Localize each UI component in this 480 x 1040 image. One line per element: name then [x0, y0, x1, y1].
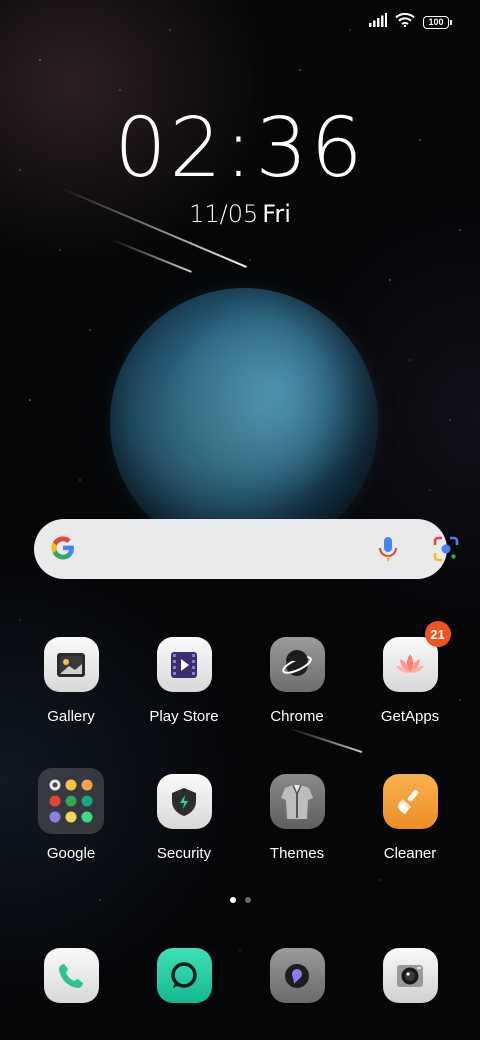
google-g-icon — [48, 533, 78, 568]
meteor-streak — [287, 727, 363, 754]
microphone-icon[interactable] — [377, 535, 399, 568]
phone-icon — [43, 948, 99, 1003]
app-gallery[interactable]: Gallery — [15, 637, 127, 725]
app-label: Google — [46, 845, 96, 862]
dock-camera[interactable] — [354, 948, 466, 1003]
app-getapps[interactable]: 21 GetApps — [354, 621, 466, 725]
app-play-store[interactable]: Play Store — [128, 637, 240, 725]
dock-browser[interactable] — [241, 948, 353, 1003]
messages-icon — [156, 948, 212, 1003]
app-label: GetApps — [380, 708, 440, 725]
app-label: Cleaner — [383, 845, 437, 862]
notification-badge: 21 — [424, 621, 451, 647]
app-label: Chrome — [270, 708, 324, 725]
dock-phone[interactable] — [15, 948, 127, 1003]
app-label: Themes — [269, 845, 325, 862]
google-search-bar[interactable] — [34, 519, 459, 579]
broom-icon — [382, 774, 438, 829]
status-bar: 100 — [369, 12, 452, 32]
folder-icon — [38, 768, 104, 834]
signal-icon — [369, 12, 387, 32]
wifi-icon — [395, 12, 415, 32]
app-chrome[interactable]: Chrome — [241, 637, 353, 725]
clock-time[interactable]: 02:36 — [0, 108, 480, 190]
shield-icon — [156, 774, 212, 829]
clock-date[interactable]: 11/05 Fri — [0, 200, 480, 228]
planet-ring-icon — [269, 637, 325, 692]
battery-icon: 100 — [423, 15, 452, 29]
day-text: Fri — [262, 200, 291, 228]
app-cleaner[interactable]: Cleaner — [354, 774, 466, 862]
shirt-icon — [269, 774, 325, 829]
battery-level: 100 — [423, 15, 449, 29]
page-dot[interactable] — [244, 897, 251, 903]
app-label: Security — [156, 845, 212, 862]
camera-icon — [382, 948, 438, 1003]
video-player-icon — [156, 637, 212, 692]
app-label: Gallery — [47, 708, 95, 725]
meteor-streak — [109, 238, 192, 273]
folder-google[interactable]: Google — [15, 768, 127, 862]
page-indicator — [0, 897, 480, 903]
app-label: Play Store — [149, 708, 219, 725]
app-themes[interactable]: Themes — [241, 774, 353, 862]
lotus-icon: 21 — [382, 621, 451, 692]
date-text: 11/05 — [189, 200, 259, 228]
dock-messages[interactable] — [128, 948, 240, 1003]
planet-wallpaper — [110, 288, 378, 556]
app-security[interactable]: Security — [128, 774, 240, 862]
google-lens-icon[interactable] — [432, 535, 460, 568]
page-dot-active[interactable] — [229, 897, 236, 903]
gallery-icon — [43, 637, 99, 692]
browser-icon — [269, 948, 325, 1003]
